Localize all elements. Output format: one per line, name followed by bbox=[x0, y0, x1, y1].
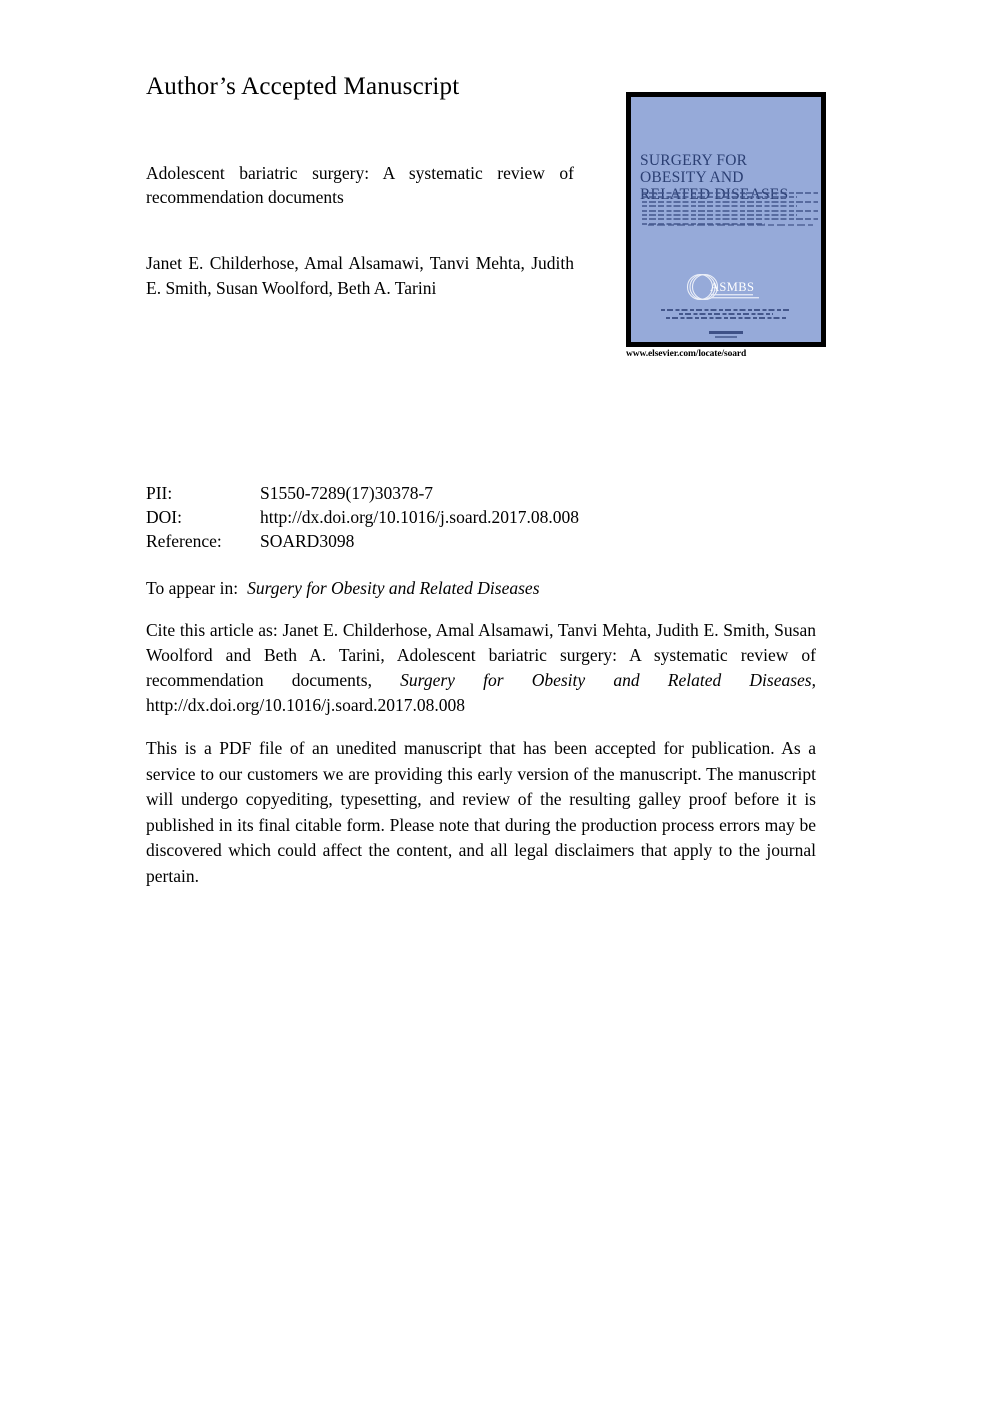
topics-line bbox=[642, 200, 818, 203]
topics-line bbox=[642, 205, 797, 208]
to-appear-in-journal: Surgery for Obesity and Related Diseases bbox=[247, 578, 540, 598]
publication-metadata: PII: S1550-7289(17)30378-7 DOI: http://d… bbox=[146, 481, 706, 553]
journal-cover-issn-block bbox=[709, 331, 743, 340]
metadata-row-doi: DOI: http://dx.doi.org/10.1016/j.soard.2… bbox=[146, 505, 706, 529]
metadata-value-doi[interactable]: http://dx.doi.org/10.1016/j.soard.2017.0… bbox=[260, 505, 706, 529]
metadata-row-reference: Reference: SOARD3098 bbox=[146, 529, 706, 553]
article-title: Adolescent bariatric surgery: A systemat… bbox=[146, 163, 574, 207]
metadata-label: DOI: bbox=[146, 507, 182, 527]
disclaimer-paragraph: This is a PDF file of an unedited manusc… bbox=[146, 738, 816, 886]
manuscript-cover-page: Author’s Accepted Manuscript Adolescent … bbox=[0, 0, 992, 1403]
to-appear-in-label: To appear in: bbox=[146, 578, 239, 598]
journal-cover-editors-line bbox=[648, 224, 813, 226]
metadata-value-pii: S1550-7289(17)30378-7 bbox=[260, 483, 434, 503]
author-list: Janet E. Childerhose, Amal Alsamawi, Tan… bbox=[146, 253, 574, 298]
citation-block: Cite this article as: Janet E. Childerho… bbox=[146, 618, 816, 718]
publisher-url[interactable]: www.elsevier.com/locate/soard bbox=[626, 349, 746, 360]
journal-cover-address-block bbox=[661, 309, 791, 322]
address-line bbox=[661, 309, 791, 311]
metadata-label: Reference: bbox=[146, 531, 222, 551]
address-line bbox=[666, 317, 786, 320]
metadata-row-pii: PII: S1550-7289(17)30378-7 bbox=[146, 481, 706, 505]
page-title: Author’s Accepted Manuscript bbox=[146, 73, 460, 100]
citation-journal: Surgery for Obesity and Related Diseases bbox=[400, 670, 812, 690]
topics-line bbox=[642, 213, 797, 216]
metadata-value-reference: SOARD3098 bbox=[260, 531, 355, 551]
topics-line bbox=[642, 218, 818, 221]
journal-cover-image: SURGERY FOR OBESITY AND RELATED DISEASES bbox=[626, 92, 826, 347]
svg-text:ASMBS: ASMBS bbox=[710, 280, 754, 294]
journal-cover-topics-block bbox=[642, 192, 818, 227]
address-line bbox=[679, 313, 773, 316]
issn-line bbox=[709, 331, 743, 334]
topics-line bbox=[642, 192, 818, 194]
asmbs-logo-icon: ASMBS bbox=[680, 273, 772, 307]
journal-cover-frame: SURGERY FOR OBESITY AND RELATED DISEASES bbox=[626, 92, 826, 347]
journal-cover-content: SURGERY FOR OBESITY AND RELATED DISEASES bbox=[631, 97, 821, 342]
topics-line bbox=[642, 209, 818, 212]
topics-line bbox=[642, 196, 797, 199]
issn-line bbox=[715, 336, 737, 338]
metadata-label: PII: bbox=[146, 483, 173, 503]
to-appear-in-line: To appear in: Surgery for Obesity and Rel… bbox=[146, 576, 540, 600]
